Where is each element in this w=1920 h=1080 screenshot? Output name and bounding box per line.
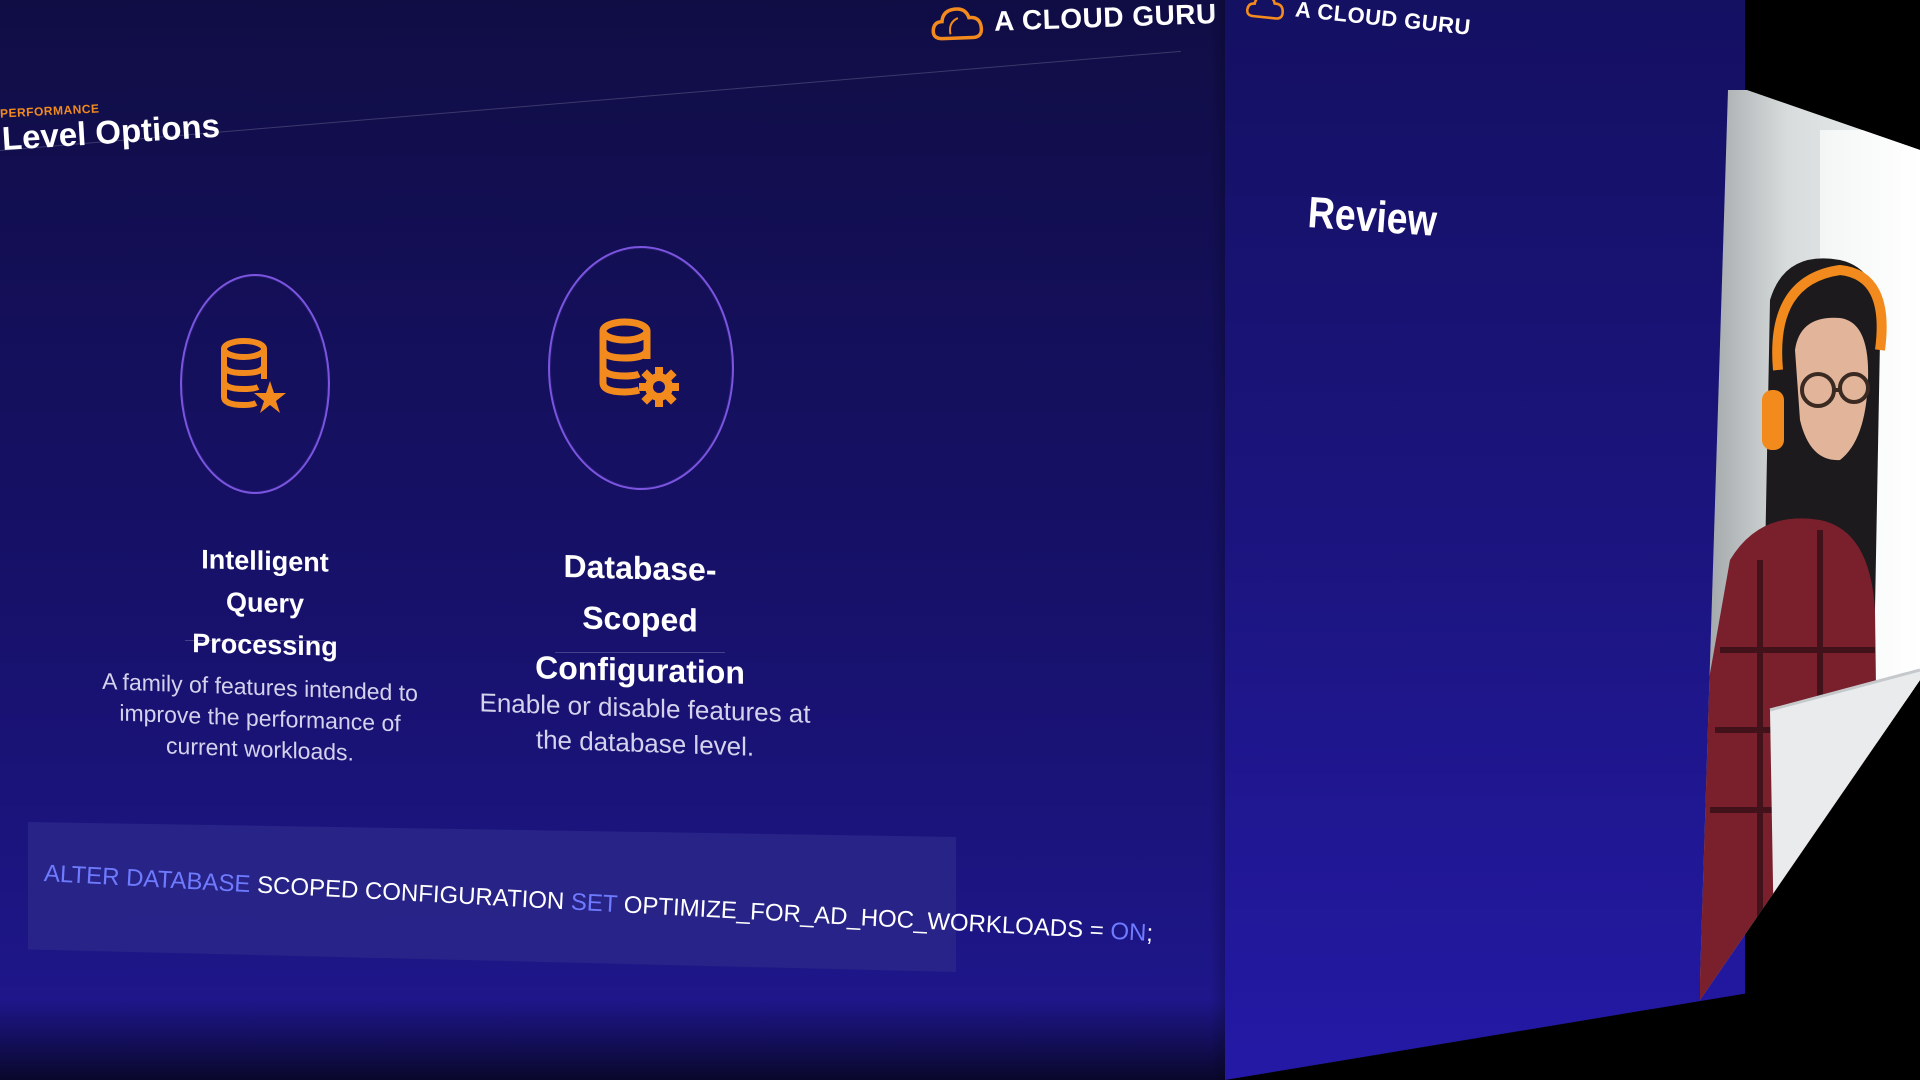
- brand-name: A CLOUD GURU: [993, 0, 1218, 37]
- database-star-icon: [221, 338, 286, 413]
- sql-text: ;: [1145, 919, 1154, 948]
- cloud-logo-icon: [931, 7, 984, 41]
- feature-1-description: A family of features intended to improve…: [102, 667, 418, 766]
- sql-keyword: SET: [570, 888, 618, 919]
- feature-1-divider: [185, 640, 325, 641]
- review-title: Review: [1306, 188, 1439, 246]
- presentation-viewport: A CLOUD GURU PERFORMANCE Level Options I…: [0, 0, 1920, 1080]
- slide-review: [1225, 0, 1745, 1080]
- feature-2-description: Enable or disable features at the databa…: [479, 687, 811, 762]
- feature-2-divider: [555, 652, 725, 653]
- slide-level-options: A CLOUD GURU PERFORMANCE Level Options I…: [0, 0, 1225, 1080]
- presenter-figure: [1700, 258, 1920, 1000]
- feature-1-title: Intelligent Query Processing: [192, 544, 338, 662]
- feature-2-title: Database-Scoped Configuration: [535, 547, 745, 692]
- presenter-video: [1700, 90, 1920, 1000]
- database-gear-icon: [599, 318, 679, 407]
- sql-keyword: ON: [1109, 917, 1148, 947]
- brand-logo: A CLOUD GURU: [929, 0, 1217, 43]
- header-divider: [0, 50, 1181, 151]
